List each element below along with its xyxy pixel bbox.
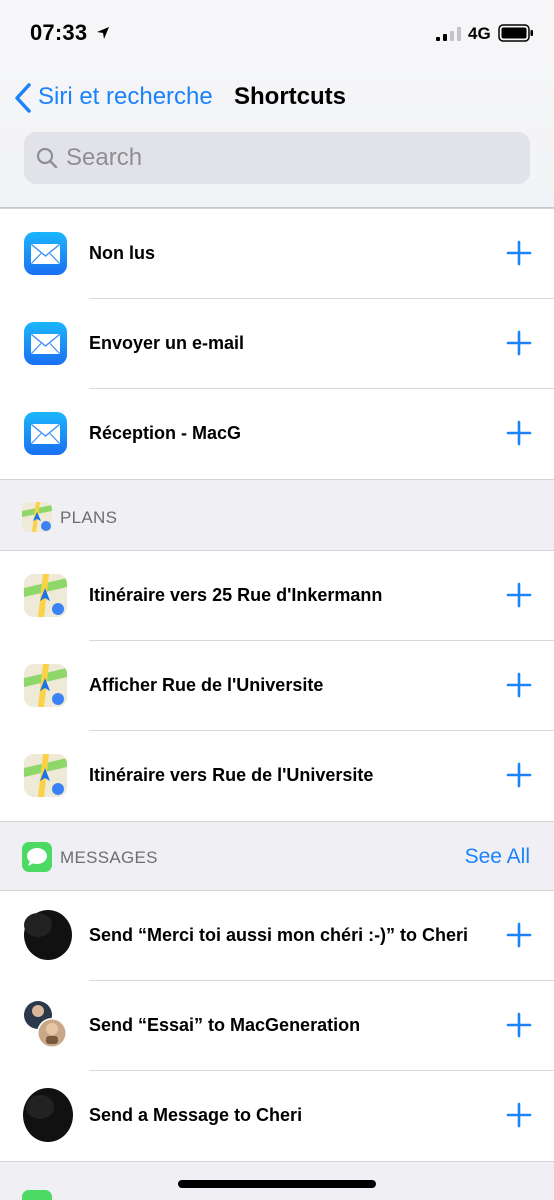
shortcut-label: Itinéraire vers Rue de l'Universite (89, 765, 374, 785)
shortcut-label: Send a Message to Cheri (89, 1105, 303, 1125)
mail-icon (24, 232, 67, 275)
list-item[interactable]: Non lus (0, 209, 554, 299)
list-item[interactable]: Itinéraire vers 25 Rue d'Inkermann (0, 551, 554, 641)
mail-icon (24, 322, 67, 365)
list-item[interactable]: Send “Merci toi aussi mon chéri :-)” to … (0, 891, 554, 981)
add-shortcut-plus-icon[interactable] (506, 330, 532, 356)
shortcut-label: Réception - MacG (89, 423, 242, 443)
maps-icon (24, 574, 67, 617)
maps-app-icon (22, 502, 52, 532)
add-shortcut-plus-icon[interactable] (506, 922, 532, 948)
navigation-header: 07:33 4G Siri et recherche Shortcuts (0, 0, 554, 208)
plans-section-header: PLANS (0, 480, 554, 550)
section-title: MESSAGES (60, 848, 158, 867)
add-shortcut-plus-icon[interactable] (506, 240, 532, 266)
list-item[interactable]: Afficher Rue de l'Universite (0, 641, 554, 731)
add-shortcut-plus-icon[interactable] (506, 582, 532, 608)
list-item[interactable]: Réception - MacG (0, 389, 554, 479)
avatar (24, 910, 72, 960)
add-shortcut-plus-icon[interactable] (506, 672, 532, 698)
signal-strength-icon (436, 27, 461, 41)
add-shortcut-plus-icon[interactable] (506, 1012, 532, 1038)
search-bar[interactable] (24, 132, 530, 184)
avatar (23, 1088, 73, 1142)
add-shortcut-plus-icon[interactable] (506, 420, 532, 446)
shortcut-label: Send “Merci toi aussi mon chéri :-)” to … (89, 925, 469, 945)
maps-icon (24, 754, 67, 797)
list-item[interactable]: Send a Message to Cheri (0, 1071, 554, 1161)
home-indicator[interactable] (178, 1180, 376, 1188)
list-item[interactable]: Envoyer un e-mail (0, 299, 554, 389)
back-button[interactable]: Siri et recherche (38, 83, 213, 111)
location-arrow-icon (97, 27, 109, 39)
next-section-app-icon (22, 1190, 52, 1200)
page-title: Shortcuts (234, 83, 347, 110)
group-avatar (24, 1001, 67, 1048)
back-chevron-icon[interactable] (12, 82, 34, 114)
nav-bar: Siri et recherche Shortcuts (0, 78, 554, 118)
shortcut-label: Itinéraire vers 25 Rue d'Inkermann (89, 585, 383, 605)
list-item[interactable]: Itinéraire vers Rue de l'Universite (0, 731, 554, 821)
messages-section-header: MESSAGES See All (0, 820, 554, 890)
messages-app-icon (22, 842, 52, 872)
network-type: 4G (468, 24, 491, 43)
mail-icon (24, 412, 67, 455)
see-all-link[interactable]: See All (465, 845, 530, 869)
search-input[interactable] (66, 132, 506, 184)
add-shortcut-plus-icon[interactable] (506, 1102, 532, 1128)
section-title: PLANS (60, 508, 118, 527)
status-time: 07:33 (30, 20, 88, 45)
status-bar: 07:33 4G (0, 0, 554, 70)
shortcut-label: Non lus (89, 243, 155, 263)
plans-shortcuts-group: Itinéraire vers 25 Rue d'Inkermann Affic… (0, 550, 554, 822)
battery-icon (498, 24, 533, 42)
list-item[interactable]: Send “Essai” to MacGeneration (0, 981, 554, 1071)
shortcut-label: Envoyer un e-mail (89, 333, 245, 353)
add-shortcut-plus-icon[interactable] (506, 762, 532, 788)
search-icon (36, 147, 58, 169)
messages-shortcuts-group: Send “Merci toi aussi mon chéri :-)” to … (0, 890, 554, 1162)
shortcut-label: Send “Essai” to MacGeneration (89, 1015, 361, 1035)
shortcut-label: Afficher Rue de l'Universite (89, 675, 324, 695)
maps-icon (24, 664, 67, 707)
mail-shortcuts-group: Non lus Envoyer un e-mail Réception - Ma… (0, 208, 554, 480)
